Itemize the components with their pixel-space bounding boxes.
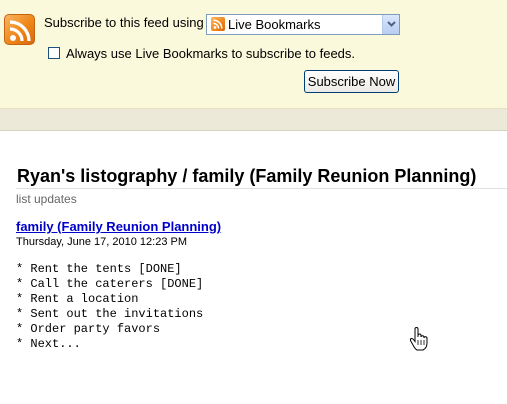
feed-title: Ryan's listography / family (Family Reun… [17,166,477,186]
feed-icon [4,14,35,45]
reader-select[interactable]: Live Bookmarks [206,14,400,35]
list-item: * Rent the tents [DONE] [16,262,182,276]
always-use-checkbox[interactable] [48,47,60,59]
dropdown-button[interactable] [382,15,399,34]
list-item: * Sent out the invitations [16,307,204,321]
list-item: * Next... [16,337,81,351]
separator-strip [0,109,507,131]
list-item: * Call the caterers [DONE] [16,277,204,291]
chevron-down-icon [387,21,396,27]
reader-select-value: Live Bookmarks [228,17,321,32]
live-bookmarks-icon [211,17,225,31]
always-use-label[interactable]: Always use Live Bookmarks to subscribe t… [66,46,355,61]
title-divider [16,188,507,189]
list-item: * Order party favors [16,322,161,336]
list-item: * Rent a location [16,292,139,306]
subscribe-bar: Subscribe to this feed using Live Bookma… [0,0,507,109]
entry-title-link[interactable]: family (Family Reunion Planning) [16,219,221,234]
entry-body: * Rent the tents [DONE] * Call the cater… [16,262,203,352]
feed-subtitle: list updates [16,192,77,206]
subscribe-now-button[interactable]: Subscribe Now [304,70,399,93]
subscribe-label: Subscribe to this feed using [44,15,204,30]
entry-date: Thursday, June 17, 2010 12:23 PM [16,236,188,248]
hand-pointer-icon [409,326,429,356]
